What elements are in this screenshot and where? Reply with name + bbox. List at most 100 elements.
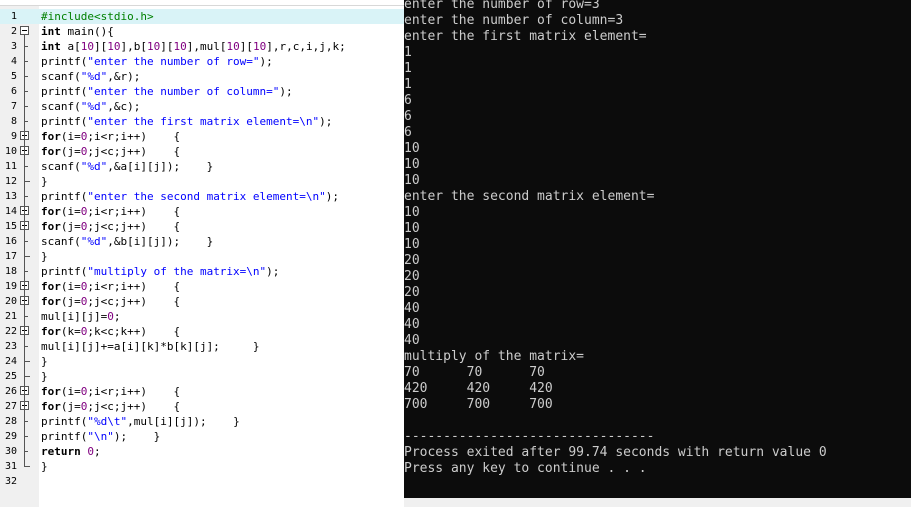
console-line: 700 700 700 [404, 397, 553, 412]
code-text: printf("multiply of the matrix=\n"); [41, 265, 280, 278]
code-line[interactable]: 5 scanf("%d",&r); [0, 69, 404, 84]
code-line[interactable]: 26 for(i=0;i<r;i++) { [0, 384, 404, 399]
console-line: 40 [404, 301, 420, 316]
code-line[interactable]: 25} [0, 369, 404, 384]
line-number: 31 [4, 461, 17, 472]
code-text: printf("\n"); } [41, 430, 161, 443]
code-text: for(k=0;k<c;k++) { [41, 325, 181, 338]
code-line[interactable]: 1 #include<stdio.h> [0, 9, 404, 24]
code-line[interactable]: 32 [0, 474, 404, 489]
console-line: 20 [404, 253, 420, 268]
code-line[interactable]: 16 scanf("%d",&b[i][j]); } [0, 234, 404, 249]
line-number: 24 [4, 356, 17, 367]
console-window[interactable]: enter the number of row=3 enter the numbe… [404, 0, 911, 498]
code-line[interactable]: 11 scanf("%d",&a[i][j]); } [0, 159, 404, 174]
console-line: 40 [404, 333, 420, 348]
code-text: } [41, 460, 48, 473]
code-text: } [41, 175, 48, 188]
line-number: 2 [10, 26, 17, 37]
code-text: scanf("%d",&b[i][j]); } [41, 235, 214, 248]
code-editor[interactable]: 1 #include<stdio.h> 2 int main(){3 int a[10]… [0, 0, 404, 507]
code-text: for(i=0;i<r;i++) { [41, 205, 181, 218]
code-line[interactable]: 15 for(j=0;j<c;j++) { [0, 219, 404, 234]
code-line[interactable]: 10 for(j=0;j<c;j++) { [0, 144, 404, 159]
code-line[interactable]: 12} [0, 174, 404, 189]
code-line[interactable]: 17} [0, 249, 404, 264]
code-text: for(j=0;j<c;j++) { [41, 295, 181, 308]
code-line[interactable]: 3 int a[10][10],b[10][10],mul[10][10],r,c… [0, 39, 404, 54]
code-text: int main(){ [41, 25, 114, 38]
console-line: 10 [404, 157, 420, 172]
line-number: 9 [10, 131, 17, 142]
console-line: 1 [404, 77, 412, 92]
code-line[interactable]: 20 for(j=0;j<c;j++) { [0, 294, 404, 309]
code-text: printf("enter the first matrix element=\… [41, 115, 333, 128]
line-number: 6 [10, 86, 17, 97]
code-line[interactable]: 19 for(i=0;i<r;i++) { [0, 279, 404, 294]
console-line: 20 [404, 285, 420, 300]
console-line: 10 [404, 173, 420, 188]
line-number: 22 [4, 326, 17, 337]
code-text: scanf("%d",&r); [41, 70, 141, 83]
code-line[interactable]: 13 printf("enter the second matrix elemen… [0, 189, 404, 204]
code-text: for(i=0;i<r;i++) { [41, 130, 181, 143]
console-line: Press any key to continue . . . [404, 461, 647, 476]
console-line: enter the second matrix element= [404, 189, 655, 204]
code-line[interactable]: 22 for(k=0;k<c;k++) { [0, 324, 404, 339]
console-line: 6 [404, 93, 412, 108]
line-number: 30 [4, 446, 17, 457]
line-number: 11 [4, 161, 17, 172]
console-bottom-edge [404, 498, 911, 507]
code-line[interactable]: 14 for(i=0;i<r;i++) { [0, 204, 404, 219]
console-line: enter the first matrix element= [404, 29, 647, 44]
console-line: enter the number of column=3 [404, 13, 624, 28]
code-line[interactable]: 21 mul[i][j]=0; [0, 309, 404, 324]
line-number: 25 [4, 371, 17, 382]
code-text: for(j=0;j<c;j++) { [41, 145, 181, 158]
code-line[interactable]: 24} [0, 354, 404, 369]
console-line: 6 [404, 109, 412, 124]
code-text: mul[i][j]=0; [41, 310, 121, 323]
code-line[interactable]: 29 printf("\n"); } [0, 429, 404, 444]
code-text: scanf("%d",&a[i][j]); } [41, 160, 214, 173]
console-line: 1 [404, 61, 412, 76]
code-text: printf("%d\t",mul[i][j]); } [41, 415, 240, 428]
line-number: 19 [4, 281, 17, 292]
code-line[interactable]: 8 printf("enter the first matrix element=… [0, 114, 404, 129]
line-number: 18 [4, 266, 17, 277]
line-number: 7 [10, 101, 17, 112]
code-text: scanf("%d",&c); [41, 100, 141, 113]
line-number: 29 [4, 431, 17, 442]
line-number: 8 [10, 116, 17, 127]
code-text: } [41, 250, 48, 263]
line-number: 21 [4, 311, 17, 322]
code-text: printf("enter the number of column="); [41, 85, 293, 98]
code-line[interactable]: 31} [0, 459, 404, 474]
code-line[interactable]: 4 printf("enter the number of row="); [0, 54, 404, 69]
code-text: return 0; [41, 445, 101, 458]
code-line[interactable]: 7 scanf("%d",&c); [0, 99, 404, 114]
code-line[interactable]: 23 mul[i][j]+=a[i][k]*b[k][j]; } [0, 339, 404, 354]
line-number: 5 [10, 71, 17, 82]
console-line: Process exited after 99.74 seconds with … [404, 445, 827, 460]
line-number: 3 [10, 41, 17, 52]
code-line[interactable]: 27 for(j=0;j<c;j++) { [0, 399, 404, 414]
console-line: 40 [404, 317, 420, 332]
code-line[interactable]: 28 printf("%d\t",mul[i][j]); } [0, 414, 404, 429]
console-line: multiply of the matrix= [404, 349, 585, 364]
code-text: for(i=0;i<r;i++) { [41, 280, 181, 293]
line-number: 20 [4, 296, 17, 307]
code-line[interactable]: 30 return 0; [0, 444, 404, 459]
line-number: 16 [4, 236, 17, 247]
console-line: -------------------------------- [404, 429, 655, 444]
code-line[interactable]: 9 for(i=0;i<r;i++) { [0, 129, 404, 144]
code-line[interactable]: 18 printf("multiply of the matrix=\n"); [0, 264, 404, 279]
code-line[interactable]: 6 printf("enter the number of column="); [0, 84, 404, 99]
code-line[interactable]: 2 int main(){ [0, 24, 404, 39]
code-text: #include<stdio.h> [41, 10, 154, 23]
console-line: 70 70 70 [404, 365, 545, 380]
line-number: 12 [4, 176, 17, 187]
line-number: 14 [4, 206, 17, 217]
line-number: 32 [4, 476, 17, 487]
line-number: 17 [4, 251, 17, 262]
